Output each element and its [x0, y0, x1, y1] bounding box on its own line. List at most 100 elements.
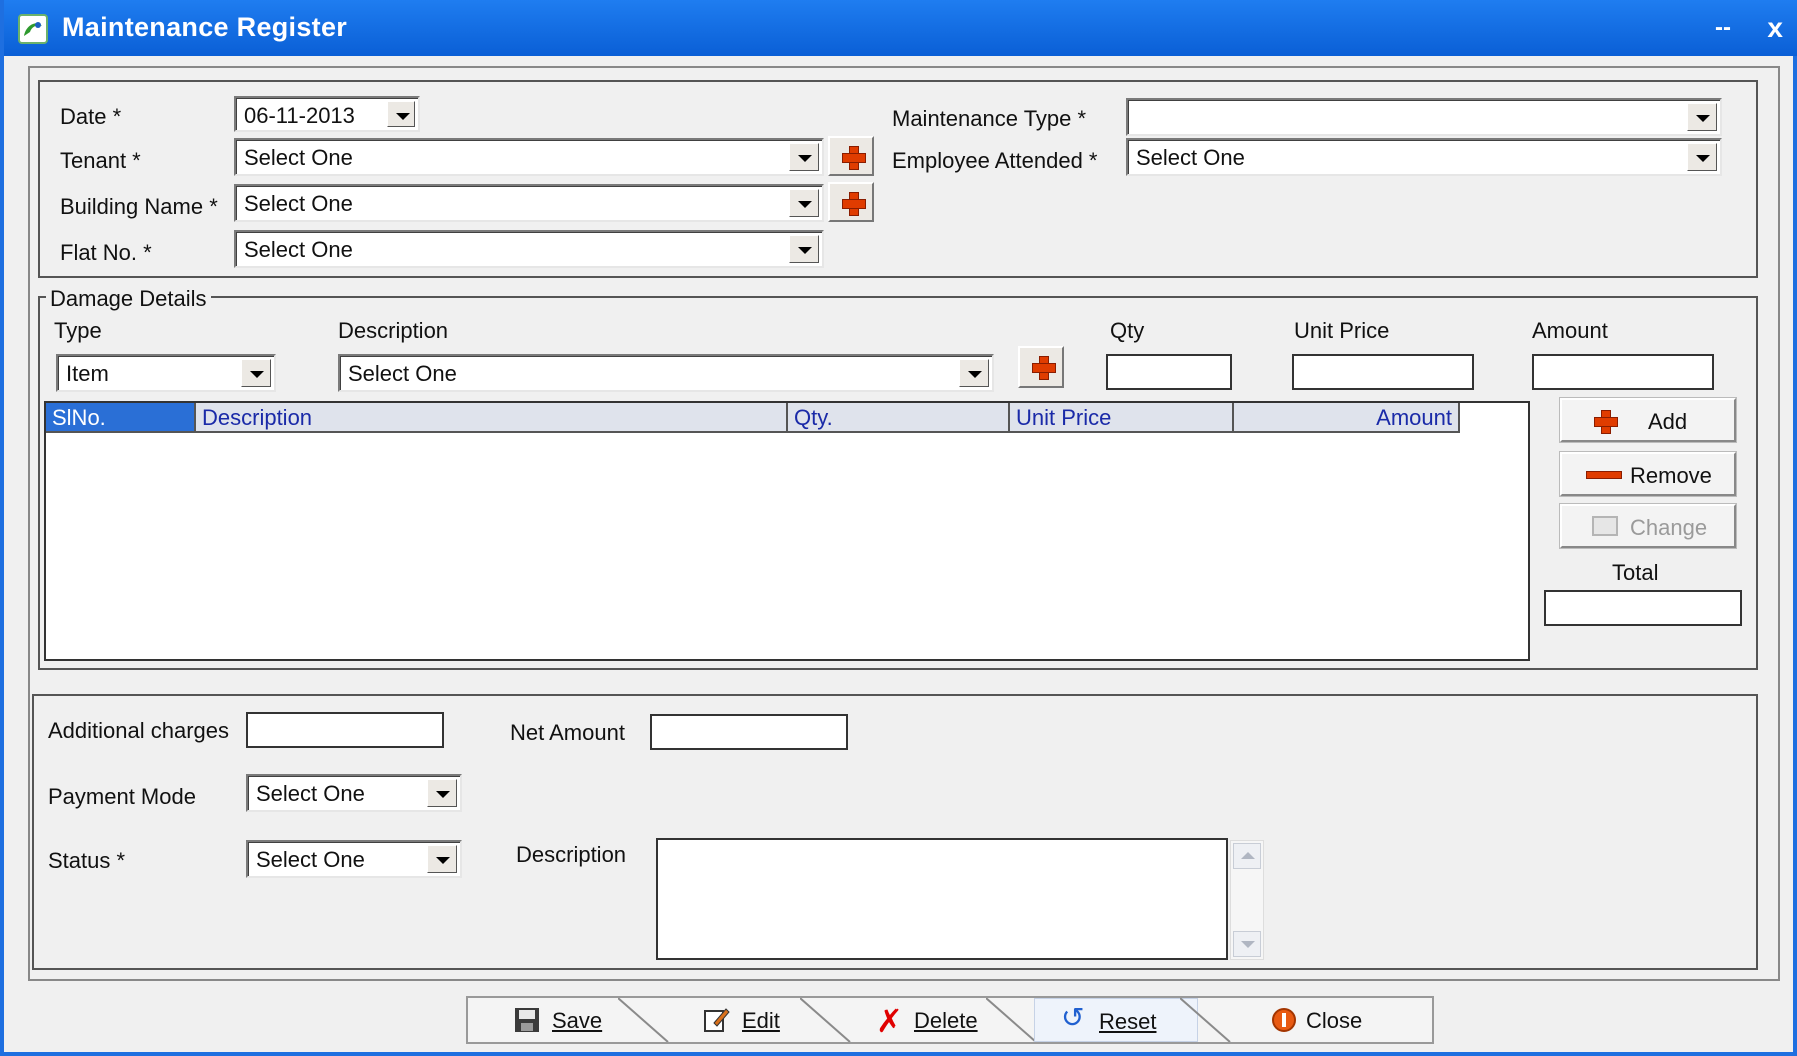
building-name-select[interactable]: Select One [234, 184, 824, 222]
chevron-down-icon[interactable] [789, 189, 819, 217]
change-button-label: Change [1630, 515, 1708, 540]
grid-col-amount[interactable]: Amount [1234, 403, 1460, 433]
toolbar-divider [800, 998, 851, 1042]
amount-label: Amount [1532, 318, 1608, 343]
damage-details-legend: Damage Details [46, 286, 211, 312]
grid-header: SlNo. Description Qty. Unit Price Amount [46, 403, 1460, 433]
type-select[interactable]: Item [56, 354, 276, 392]
date-value: 06-11-2013 [244, 103, 355, 128]
chevron-down-icon[interactable] [1687, 143, 1717, 171]
additional-charges-label: Additional charges [48, 718, 230, 743]
add-button-label: Add [1648, 409, 1688, 434]
type-label: Type [54, 318, 102, 343]
app-logo-icon [18, 14, 48, 44]
additional-charges-input[interactable] [246, 712, 444, 748]
save-label: Save [552, 1008, 603, 1033]
tenant-value: Select One [244, 145, 353, 170]
building-value: Select One [244, 191, 353, 216]
reset-label: Reset [1099, 1009, 1157, 1034]
chevron-down-icon[interactable] [959, 359, 989, 387]
employee-attended-select[interactable]: Select One [1126, 138, 1722, 176]
edit-button[interactable]: Edit [668, 998, 818, 1042]
minus-icon [1586, 471, 1622, 479]
building-name-label: Building Name * [60, 194, 218, 219]
flat-no-label: Flat No. * [60, 240, 152, 265]
net-amount-input[interactable] [650, 714, 848, 750]
description-value: Select One [348, 361, 457, 386]
delete-label: Delete [914, 1008, 978, 1033]
floppy-disk-icon [515, 1008, 539, 1032]
footer-description-label: Description [516, 842, 627, 867]
payment-mode-select[interactable]: Select One [246, 774, 462, 812]
plus-icon [1032, 356, 1056, 380]
remove-button-label: Remove [1630, 463, 1712, 488]
grid-col-slno[interactable]: SlNo. [46, 403, 196, 433]
action-toolbar: Save Edit ✗ Delete ↺ Reset Close [466, 996, 1434, 1044]
grid-col-description[interactable]: Description [196, 403, 788, 433]
minimize-button[interactable]: -- [1715, 14, 1731, 42]
scroll-down-icon[interactable] [1233, 931, 1261, 957]
total-label: Total [1612, 560, 1659, 585]
employee-value: Select One [1136, 145, 1245, 170]
tenant-label: Tenant * [60, 148, 141, 173]
grid-col-qty[interactable]: Qty. [788, 403, 1010, 433]
maintenance-register-window: Maintenance Register -- x Date * 06-11-2… [0, 0, 1797, 1056]
description-textarea[interactable] [656, 838, 1228, 960]
total-input[interactable] [1544, 590, 1742, 626]
chevron-down-icon[interactable] [427, 779, 457, 807]
description-select[interactable]: Select One [338, 354, 994, 392]
chevron-down-icon[interactable] [427, 845, 457, 873]
delete-button[interactable]: ✗ Delete [852, 998, 1002, 1042]
maintenance-type-label: Maintenance Type * [892, 106, 1087, 131]
add-description-button[interactable] [1018, 346, 1064, 388]
qty-input[interactable] [1106, 354, 1232, 390]
edit-doc-icon [1592, 516, 1618, 536]
close-label: Close [1306, 1008, 1363, 1033]
title-bar: Maintenance Register -- x [4, 0, 1797, 56]
delete-x-icon: ✗ [876, 1003, 903, 1039]
flat-no-select[interactable]: Select One [234, 230, 824, 268]
unit-price-label: Unit Price [1294, 318, 1390, 343]
edit-label: Edit [742, 1008, 780, 1033]
edit-icon [704, 1008, 730, 1032]
status-select[interactable]: Select One [246, 840, 462, 878]
damage-items-grid[interactable]: SlNo. Description Qty. Unit Price Amount [44, 401, 1530, 661]
change-button[interactable]: Change [1560, 504, 1736, 548]
power-icon [1272, 1008, 1296, 1032]
add-button[interactable]: Add [1560, 398, 1736, 442]
maintenance-type-select[interactable] [1126, 98, 1722, 136]
chevron-down-icon[interactable] [241, 359, 271, 387]
tenant-select[interactable]: Select One [234, 138, 824, 176]
amount-input[interactable] [1532, 354, 1714, 390]
close-window-button[interactable]: x [1767, 12, 1783, 44]
chevron-down-icon[interactable] [1687, 103, 1717, 131]
type-value: Item [66, 361, 109, 386]
chevron-down-icon[interactable] [387, 101, 415, 127]
close-button[interactable]: Close [1248, 998, 1432, 1042]
description-scrollbar[interactable] [1230, 840, 1264, 960]
net-amount-label: Net Amount [510, 720, 625, 745]
window-title: Maintenance Register [62, 12, 348, 42]
employee-attended-label: Employee Attended * [892, 148, 1098, 173]
add-building-button[interactable] [828, 182, 874, 222]
description-label: Description [338, 318, 449, 343]
payment-mode-value: Select One [256, 781, 365, 806]
chevron-down-icon[interactable] [789, 235, 819, 263]
reset-button[interactable]: ↺ Reset [1034, 998, 1198, 1042]
status-label: Status * [48, 848, 126, 873]
date-picker[interactable]: 06-11-2013 [234, 96, 420, 132]
plus-icon [1594, 410, 1618, 434]
chevron-down-icon[interactable] [789, 143, 819, 171]
grid-col-unit-price[interactable]: Unit Price [1010, 403, 1234, 433]
remove-button[interactable]: Remove [1560, 452, 1736, 496]
scroll-up-icon[interactable] [1233, 843, 1261, 869]
qty-label: Qty [1110, 318, 1145, 343]
plus-icon [842, 146, 866, 170]
date-label: Date * [60, 104, 122, 129]
reset-icon: ↺ [1061, 1002, 1085, 1033]
plus-icon [842, 192, 866, 216]
unit-price-input[interactable] [1292, 354, 1474, 390]
add-tenant-button[interactable] [828, 136, 874, 176]
flat-value: Select One [244, 237, 353, 262]
payment-mode-label: Payment Mode [48, 784, 196, 809]
